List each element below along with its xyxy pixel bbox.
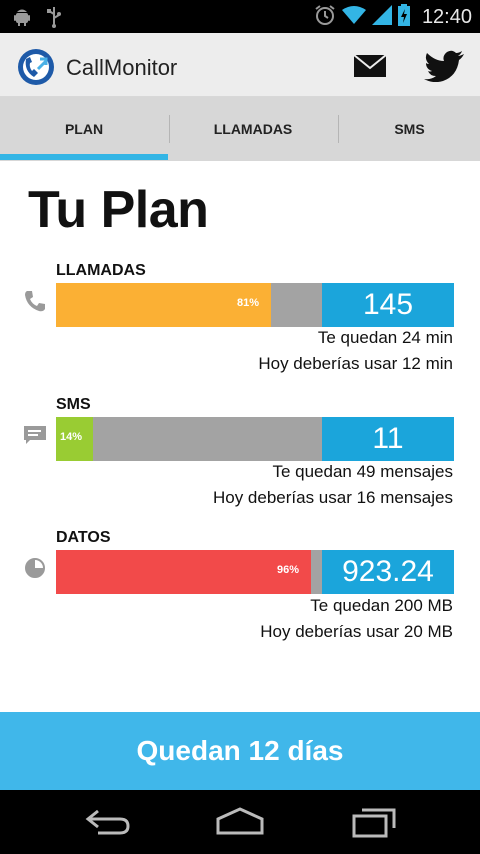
mail-icon <box>353 54 387 77</box>
suggestion-text-sms: Hoy deberías usar 16 mensajes <box>212 488 453 507</box>
remaining-text-datos: Te quedan 200 MB <box>310 596 453 615</box>
alarm-icon <box>314 4 336 31</box>
usage-percent-label: 81% <box>237 297 260 309</box>
usage-value-llamadas: 145 <box>322 283 454 327</box>
home-button[interactable] <box>208 802 272 842</box>
usage-bar-datos: 96% <box>56 550 322 594</box>
suggestion-text-llamadas: Hoy deberías usar 12 min <box>258 354 453 373</box>
recents-icon <box>352 808 396 838</box>
section-label-sms: SMS <box>56 396 91 413</box>
status-bar: 12:40 <box>0 0 480 33</box>
back-button[interactable] <box>76 802 140 842</box>
app-logo-icon <box>16 47 56 87</box>
app-title: CallMonitor <box>66 55 178 80</box>
usb-icon <box>46 6 62 33</box>
page-title: Tu Plan <box>28 181 209 239</box>
recents-button[interactable] <box>342 802 406 842</box>
home-icon <box>216 807 264 835</box>
action-bar: CallMonitor <box>0 33 480 97</box>
phone-icon <box>22 288 48 314</box>
twitter-button[interactable] <box>420 47 468 85</box>
system-nav-bar <box>0 790 480 854</box>
usage-bar-sms: 14% <box>56 417 322 461</box>
section-label-llamadas: LLAMADAS <box>56 262 146 279</box>
tab-plan[interactable]: PLAN <box>0 97 168 161</box>
remaining-text-llamadas: Te quedan 24 min <box>317 328 453 347</box>
usage-bar-fill <box>56 550 311 594</box>
back-icon <box>85 809 130 835</box>
usage-percent-label: 14% <box>60 431 83 443</box>
message-icon <box>22 422 48 448</box>
wifi-icon <box>341 5 366 30</box>
section-label-datos: DATOS <box>56 529 111 546</box>
status-time: 12:40 <box>421 6 472 28</box>
usage-bar-llamadas: 81% <box>56 283 322 327</box>
tab-bar: PLAN LLAMADAS SMS <box>0 97 480 161</box>
tab-llamadas[interactable]: LLAMADAS <box>169 97 337 161</box>
usage-value-datos: 923.24 <box>322 550 454 594</box>
suggestion-text-datos: Hoy deberías usar 20 MB <box>260 622 453 641</box>
android-debug-icon <box>12 7 32 32</box>
days-remaining-banner: Quedan 12 días <box>0 712 480 790</box>
signal-icon <box>371 5 392 30</box>
battery-icon <box>397 4 410 31</box>
data-pie-icon <box>22 555 48 581</box>
days-remaining-text: Quedan 12 días <box>136 735 344 766</box>
usage-value-sms: 11 <box>322 417 454 461</box>
tab-sms[interactable]: SMS <box>339 97 480 161</box>
usage-percent-label: 96% <box>277 564 300 576</box>
tab-selected-indicator <box>0 154 168 160</box>
mail-button[interactable] <box>350 51 390 81</box>
twitter-icon <box>424 50 464 82</box>
remaining-text-sms: Te quedan 49 mensajes <box>272 462 453 481</box>
